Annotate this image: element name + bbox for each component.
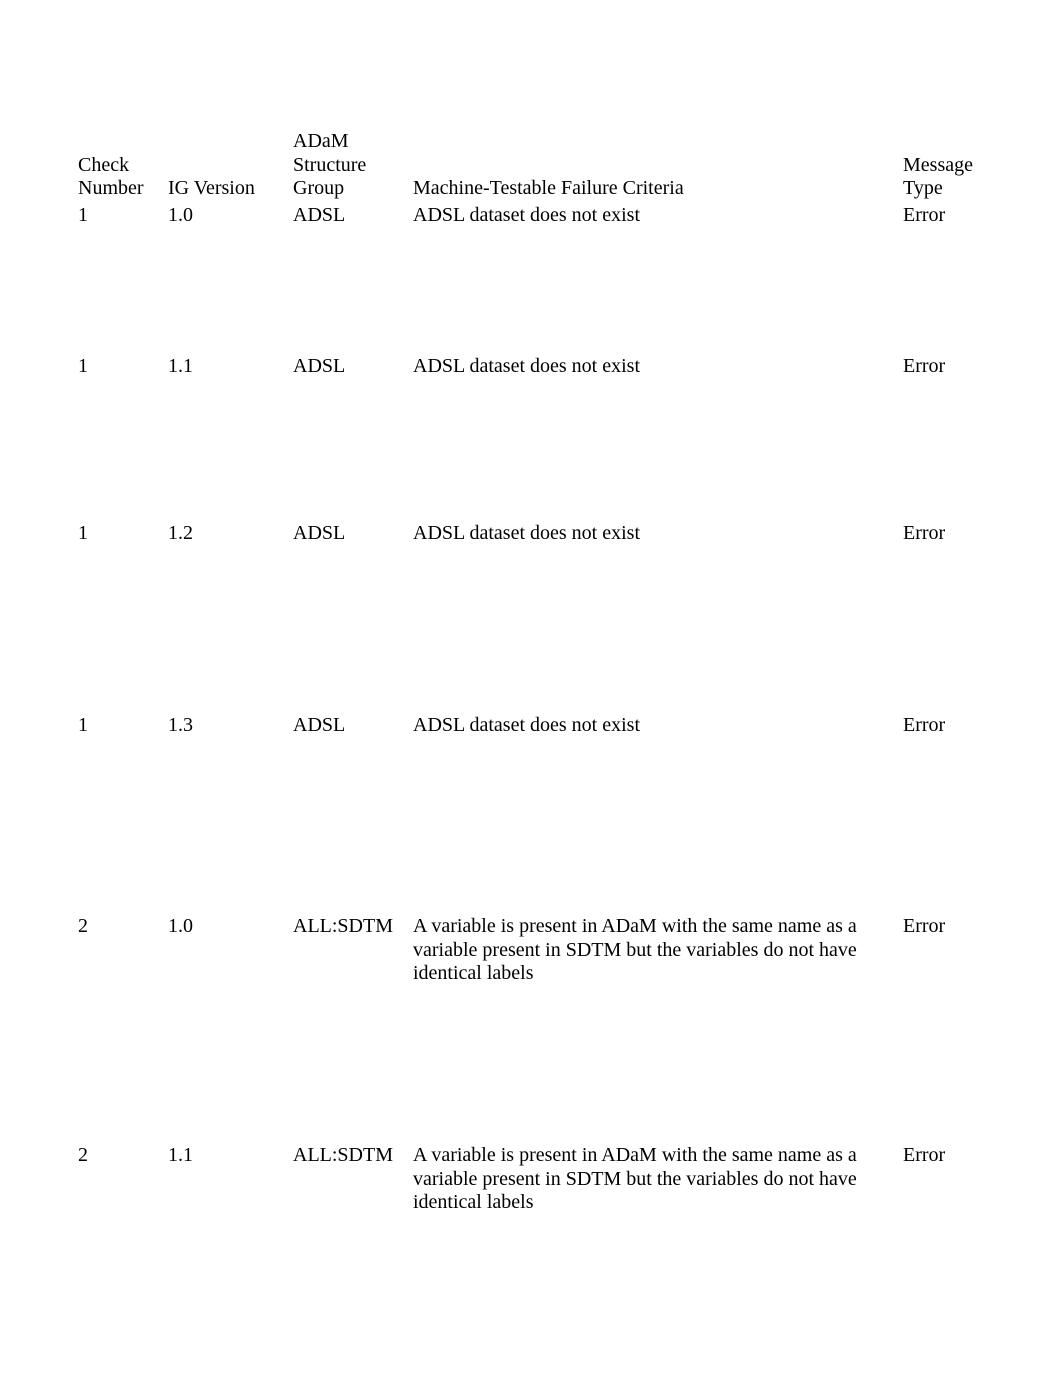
cell-criteria: ADSL dataset does not exist (413, 352, 903, 379)
table-row: 2 1.1 ALL:SDTM A variable is present in … (78, 1141, 993, 1215)
row-spacer (78, 986, 993, 1141)
table-row: 1 1.2 ADSL ADSL dataset does not exist E… (78, 519, 993, 546)
row-spacer (78, 227, 993, 352)
cell-check-number: 2 (78, 912, 168, 986)
cell-message-type: Error (903, 352, 993, 379)
table-header-row: Check Number IG Version ADaM Structure G… (78, 130, 993, 201)
cell-ig-version: 1.2 (168, 519, 293, 546)
table-row: 2 1.0 ALL:SDTM A variable is present in … (78, 912, 993, 986)
row-spacer (78, 379, 993, 519)
header-ig-version: IG Version (168, 130, 293, 201)
cell-ig-version: 1.3 (168, 711, 293, 738)
cell-ig-version: 1.1 (168, 352, 293, 379)
cell-criteria: ADSL dataset does not exist (413, 519, 903, 546)
cell-message-type: Error (903, 711, 993, 738)
cell-adam-structure-group: ALL:SDTM (293, 912, 413, 986)
header-check-number: Check Number (78, 130, 168, 201)
checks-table: Check Number IG Version ADaM Structure G… (78, 130, 993, 1215)
cell-adam-structure-group: ADSL (293, 352, 413, 379)
cell-criteria: A variable is present in ADaM with the s… (413, 1141, 903, 1215)
cell-ig-version: 1.0 (168, 912, 293, 986)
header-adam-structure-group: ADaM Structure Group (293, 130, 413, 201)
cell-criteria: ADSL dataset does not exist (413, 711, 903, 738)
cell-message-type: Error (903, 912, 993, 986)
document-page: Check Number IG Version ADaM Structure G… (0, 0, 1062, 1377)
cell-message-type: Error (903, 519, 993, 546)
table-row: 1 1.1 ADSL ADSL dataset does not exist E… (78, 352, 993, 379)
cell-check-number: 1 (78, 352, 168, 379)
cell-adam-structure-group: ADSL (293, 711, 413, 738)
cell-check-number: 1 (78, 711, 168, 738)
cell-criteria: ADSL dataset does not exist (413, 201, 903, 228)
cell-adam-structure-group: ADSL (293, 201, 413, 228)
row-spacer (78, 546, 993, 711)
cell-check-number: 2 (78, 1141, 168, 1215)
header-criteria: Machine-Testable Failure Criteria (413, 130, 903, 201)
cell-message-type: Error (903, 1141, 993, 1215)
table-row: 1 1.0 ADSL ADSL dataset does not exist E… (78, 201, 993, 228)
cell-criteria: A variable is present in ADaM with the s… (413, 912, 903, 986)
cell-check-number: 1 (78, 519, 168, 546)
table-row: 1 1.3 ADSL ADSL dataset does not exist E… (78, 711, 993, 738)
cell-adam-structure-group: ADSL (293, 519, 413, 546)
cell-check-number: 1 (78, 201, 168, 228)
cell-adam-structure-group: ALL:SDTM (293, 1141, 413, 1215)
cell-ig-version: 1.0 (168, 201, 293, 228)
cell-ig-version: 1.1 (168, 1141, 293, 1215)
row-spacer (78, 737, 993, 912)
header-message-type: Message Type (903, 130, 993, 201)
cell-message-type: Error (903, 201, 993, 228)
